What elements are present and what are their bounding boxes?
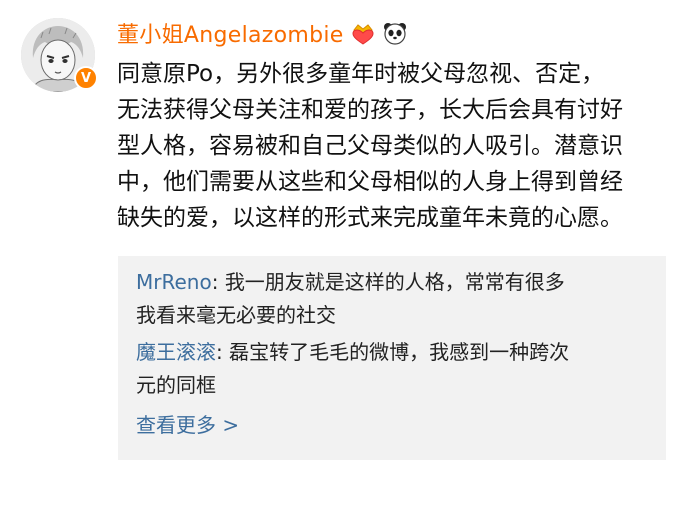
post-content: 同意原Po，另外很多童年时被父母忽视、否定， 无法获得父母关注和爱的孩子，长大后… bbox=[117, 56, 677, 236]
reply-item[interactable]: MrReno: 我一朋友就是这样的人格，常常有很多 我看来毫无必要的社交 bbox=[136, 266, 648, 332]
post-line: 缺失的爱，以这样的形式来完成童年未竟的心愿。 bbox=[117, 205, 623, 231]
reply-item[interactable]: 魔王滚滚: 磊宝转了毛毛的微博，我感到一种跨次 元的同框 bbox=[136, 336, 648, 402]
reply-text: 磊宝转了毛毛的微博，我感到一种跨次 bbox=[229, 340, 570, 364]
reply-text: 我一朋友就是这样的人格，常常有很多 bbox=[224, 270, 565, 294]
reply-username[interactable]: 魔王滚滚 bbox=[136, 340, 216, 364]
reply-text: 元的同框 bbox=[136, 373, 216, 397]
view-more-link[interactable]: 查看更多 > bbox=[136, 409, 648, 442]
reply-username[interactable]: MrReno bbox=[136, 270, 212, 294]
crown-heart-icon bbox=[350, 20, 376, 46]
post-line: 型人格，容易被和自己父母类似的人吸引。潜意识 bbox=[117, 133, 623, 159]
view-more-label: 查看更多 > bbox=[136, 413, 240, 437]
post-line: 无法获得父母关注和爱的孩子，长大后会具有讨好 bbox=[117, 97, 623, 123]
panda-icon bbox=[382, 20, 408, 46]
replies-panel: MrReno: 我一朋友就是这样的人格，常常有很多 我看来毫无必要的社交 魔王滚… bbox=[118, 256, 666, 460]
reply-separator: : bbox=[211, 270, 225, 294]
reply-text: 我看来毫无必要的社交 bbox=[136, 303, 336, 327]
post-line: 中，他们需要从这些和父母相似的人身上得到曾经 bbox=[117, 169, 623, 195]
username[interactable]: 董小姐Angelazombie bbox=[117, 17, 344, 49]
verified-badge: V bbox=[74, 66, 98, 90]
reply-separator: : bbox=[216, 340, 230, 364]
post-line: 同意原Po，另外很多童年时被父母忽视、否定， bbox=[117, 61, 605, 87]
post-header: 董小姐Angelazombie bbox=[117, 17, 408, 49]
